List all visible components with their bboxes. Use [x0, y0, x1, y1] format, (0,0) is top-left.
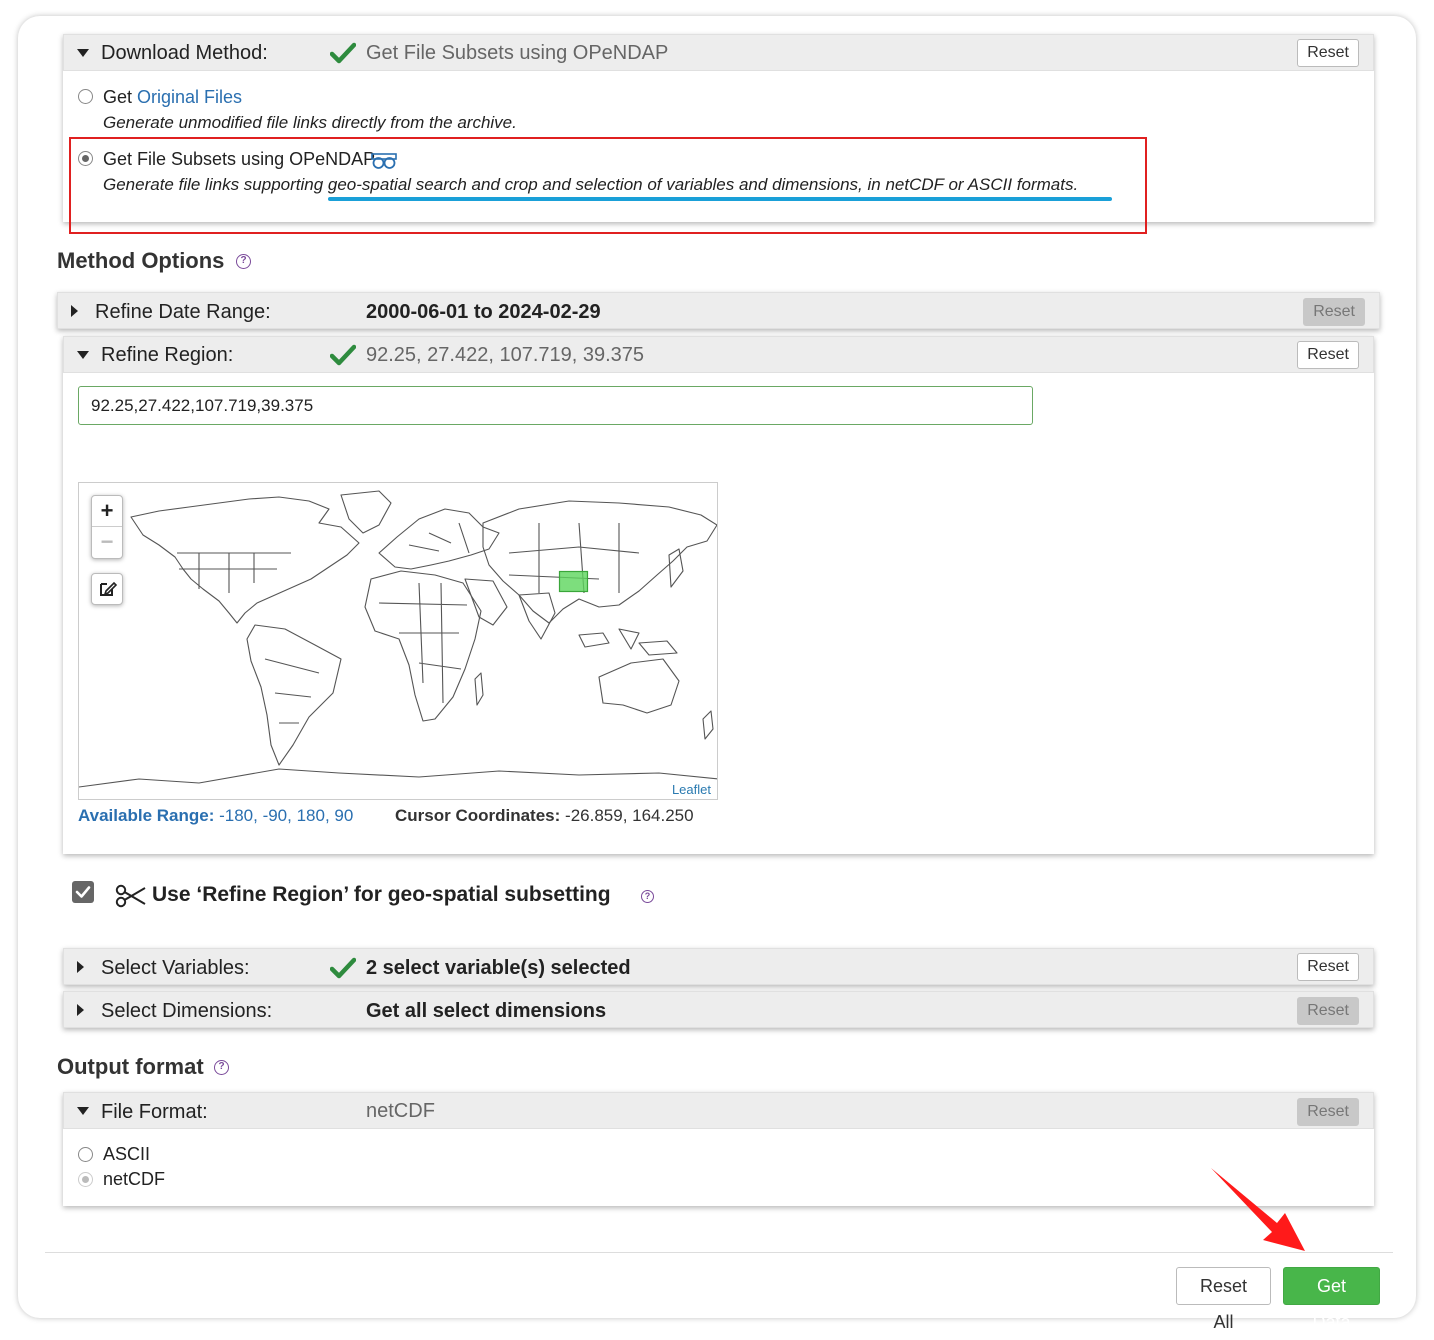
check-icon: [330, 957, 356, 979]
region-map[interactable]: + − Leaflet: [78, 482, 718, 800]
netcdf-label[interactable]: netCDF: [103, 1169, 165, 1190]
region-reset-button[interactable]: Reset: [1297, 341, 1359, 369]
download-method-header[interactable]: Download Method: Get File Subsets using …: [63, 34, 1374, 71]
output-format-title: Output format: [57, 1054, 204, 1079]
date-range-reset-button[interactable]: Reset: [1303, 298, 1365, 326]
region-bbox-input[interactable]: [78, 386, 1033, 425]
region-label: Refine Region:: [101, 344, 234, 366]
world-map: [79, 490, 717, 788]
highlight-box: [69, 137, 1147, 234]
cursor-coordinates: Cursor Coordinates: -26.859, 164.250: [395, 806, 694, 826]
ascii-radio[interactable]: [78, 1147, 93, 1162]
dimensions-value: Get all select dimensions: [366, 1000, 607, 1022]
footer-divider: [45, 1252, 1393, 1253]
get-data-button[interactable]: Get Data: [1283, 1267, 1380, 1332]
check-icon: [330, 42, 356, 64]
date-range-label: Refine Date Range:: [95, 301, 271, 323]
download-method-label: Download Method:: [101, 42, 268, 64]
use-region-checkbox[interactable]: [72, 881, 94, 903]
option-prefix: Get: [103, 87, 133, 107]
selected-region-rect: [558, 570, 589, 593]
date-range-panel: Refine Date Range: 2000-06-01 to 2024-02…: [57, 292, 1380, 329]
variables-value: 2 select variable(s) selected: [366, 957, 631, 979]
ascii-label[interactable]: ASCII: [103, 1144, 150, 1165]
download-method-reset-button[interactable]: Reset: [1297, 39, 1359, 67]
variables-reset-button[interactable]: Reset: [1297, 953, 1359, 981]
file-format-panel: File Format: netCDF Reset: [63, 1092, 1374, 1206]
zoom-out-button[interactable]: −: [92, 527, 122, 558]
file-format-value: netCDF: [366, 1100, 435, 1122]
leaflet-attribution-link[interactable]: Leaflet: [672, 782, 711, 797]
file-format-reset-button[interactable]: Reset: [1297, 1098, 1359, 1126]
check-icon: [75, 886, 91, 898]
file-format-header[interactable]: File Format: netCDF Reset: [63, 1092, 1374, 1129]
expand-icon: [77, 961, 84, 973]
available-range: Available Range: -180, -90, 180, 90: [78, 806, 353, 826]
variables-panel: Select Variables: 2 select variable(s) s…: [63, 948, 1374, 985]
help-icon[interactable]: ?: [641, 890, 654, 903]
available-range-value: -180, -90, 180, 90: [219, 806, 354, 825]
zoom-in-button[interactable]: +: [92, 496, 122, 527]
collapse-icon: [77, 351, 89, 359]
region-header[interactable]: Refine Region: 92.25, 27.422, 107.719, 3…: [63, 336, 1374, 373]
dimensions-header[interactable]: Select Dimensions: Get all select dimens…: [63, 991, 1374, 1028]
original-files-radio[interactable]: [78, 89, 93, 104]
method-options-title: Method Options: [57, 248, 225, 273]
date-range-value: 2000-06-01 to 2024-02-29: [366, 301, 601, 323]
expand-icon: [77, 1004, 84, 1016]
cursor-coordinates-value: -26.859, 164.250: [565, 806, 694, 825]
collapse-icon: [77, 1107, 89, 1115]
original-files-link[interactable]: Original Files: [137, 87, 242, 107]
dimensions-label: Select Dimensions:: [101, 1000, 273, 1022]
help-icon[interactable]: ?: [236, 254, 251, 269]
download-method-value: Get File Subsets using OPeNDAP: [366, 42, 669, 64]
cursor-coordinates-label: Cursor Coordinates:: [395, 806, 561, 825]
file-format-label: File Format:: [101, 1101, 208, 1123]
zoom-control: + −: [91, 495, 123, 559]
dimensions-reset-button[interactable]: Reset: [1297, 997, 1359, 1025]
original-files-desc: Generate unmodified file links directly …: [103, 113, 517, 132]
check-icon: [330, 344, 356, 366]
netcdf-radio[interactable]: [78, 1172, 93, 1187]
edit-icon: [100, 581, 118, 596]
original-files-option[interactable]: Get Original Files: [103, 87, 242, 108]
expand-icon: [71, 305, 78, 317]
use-region-label[interactable]: Use ‘Refine Region’ for geo-spatial subs…: [152, 883, 611, 907]
variables-label: Select Variables:: [101, 957, 250, 979]
available-range-label: Available Range:: [78, 806, 215, 825]
dimensions-panel: Select Dimensions: Get all select dimens…: [63, 991, 1374, 1028]
region-value: 92.25, 27.422, 107.719, 39.375: [366, 344, 645, 366]
arrow-icon: [1211, 1168, 1305, 1251]
draw-rectangle-button[interactable]: [91, 573, 123, 605]
variables-header[interactable]: Select Variables: 2 select variable(s) s…: [63, 948, 1374, 985]
help-icon[interactable]: ?: [214, 1060, 229, 1075]
reset-all-button[interactable]: Reset All: [1176, 1267, 1271, 1332]
date-range-header[interactable]: Refine Date Range: 2000-06-01 to 2024-02…: [57, 292, 1380, 329]
scissors-icon: [115, 884, 146, 908]
collapse-icon: [77, 49, 89, 57]
